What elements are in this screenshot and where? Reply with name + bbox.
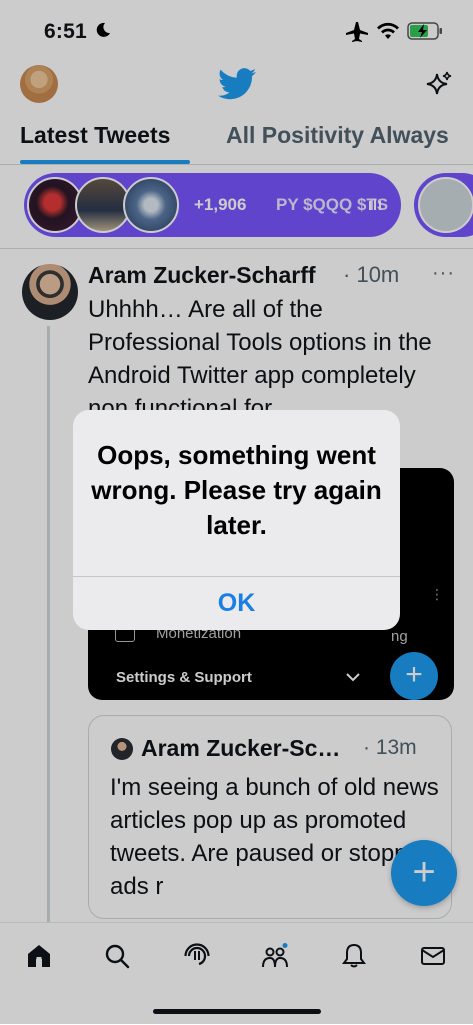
ok-button[interactable]: OK <box>73 577 400 630</box>
alert-message: Oops, something went wrong. Please try a… <box>91 440 382 540</box>
error-alert-dialog: Oops, something went wrong. Please try a… <box>73 410 400 630</box>
